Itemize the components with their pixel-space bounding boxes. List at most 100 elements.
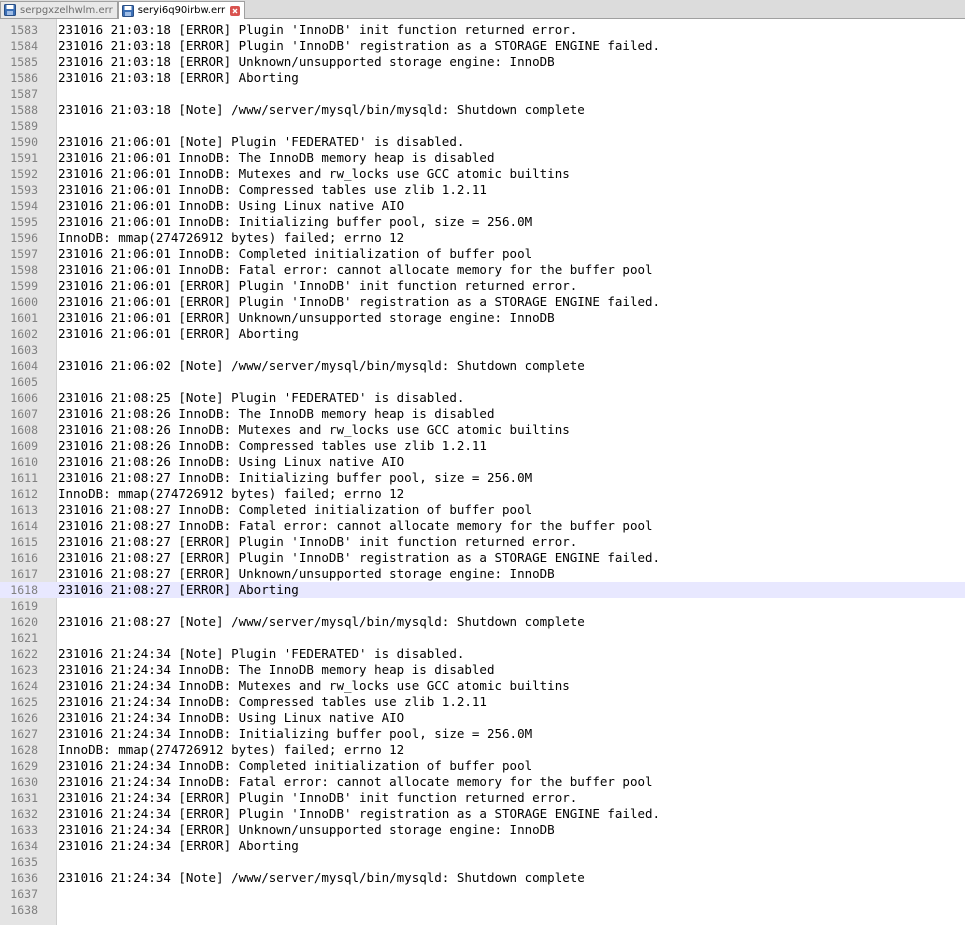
editor-line[interactable]: 1589 xyxy=(0,118,965,134)
editor-line[interactable]: 1590 231016 21:06:01 [Note] Plugin 'FEDER… xyxy=(0,134,965,150)
line-text: 231016 21:06:02 [Note] /www/server/mysql… xyxy=(58,358,585,373)
editor-line[interactable]: 1596 InnoDB: mmap(274726912 bytes) failed… xyxy=(0,230,965,246)
line-text: 231016 21:08:27 [ERROR] Plugin 'InnoDB' … xyxy=(58,534,578,549)
editor-line[interactable]: 1583 231016 21:03:18 [ERROR] Plugin 'Inno… xyxy=(0,22,965,38)
line-text: 231016 21:03:18 [ERROR] Plugin 'InnoDB' … xyxy=(58,22,578,37)
editor-line[interactable]: 1593 231016 21:06:01 InnoDB: Compressed t… xyxy=(0,182,965,198)
floppy-disk-icon xyxy=(121,4,134,17)
line-text: 231016 21:06:01 InnoDB: Completed initia… xyxy=(58,246,533,261)
editor-line[interactable]: 1585 231016 21:03:18 [ERROR] Unknown/unsu… xyxy=(0,54,965,70)
editor-line[interactable]: 1613 231016 21:08:27 InnoDB: Completed in… xyxy=(0,502,965,518)
editor-line[interactable]: 1584 231016 21:03:18 [ERROR] Plugin 'Inno… xyxy=(0,38,965,54)
editor-line[interactable]: 1605 xyxy=(0,374,965,390)
line-number: 1626 xyxy=(10,711,38,725)
editor-line[interactable]: 1606 231016 21:08:25 [Note] Plugin 'FEDER… xyxy=(0,390,965,406)
line-text: 231016 21:24:34 [ERROR] Plugin 'InnoDB' … xyxy=(58,806,661,821)
editor-line[interactable]: 1631 231016 21:24:34 [ERROR] Plugin 'Inno… xyxy=(0,790,965,806)
tab-file-0[interactable]: serpgxzelhwlm.err xyxy=(0,1,118,18)
line-number: 1606 xyxy=(10,391,38,405)
editor-line[interactable]: 1615 231016 21:08:27 [ERROR] Plugin 'Inno… xyxy=(0,534,965,550)
line-text: InnoDB: mmap(274726912 bytes) failed; er… xyxy=(58,230,405,245)
editor-line[interactable]: 1598 231016 21:06:01 InnoDB: Fatal error:… xyxy=(0,262,965,278)
line-text: 231016 21:24:34 InnoDB: The InnoDB memor… xyxy=(58,662,495,677)
line-text: 231016 21:06:01 InnoDB: Initializing buf… xyxy=(58,214,533,229)
line-text: 231016 21:08:27 [Note] /www/server/mysql… xyxy=(58,614,585,629)
line-number: 1610 xyxy=(10,455,38,469)
line-text: 231016 21:08:27 [ERROR] Aborting xyxy=(58,582,299,597)
editor-line[interactable]: 1620 231016 21:08:27 [Note] /www/server/m… xyxy=(0,614,965,630)
editor-line[interactable]: 1629 231016 21:24:34 InnoDB: Completed in… xyxy=(0,758,965,774)
editor-line[interactable]: 1617 231016 21:08:27 [ERROR] Unknown/unsu… xyxy=(0,566,965,582)
editor-line[interactable]: 1608 231016 21:08:26 InnoDB: Mutexes and … xyxy=(0,422,965,438)
editor-line[interactable]: 1630 231016 21:24:34 InnoDB: Fatal error:… xyxy=(0,774,965,790)
editor-line[interactable]: 1610 231016 21:08:26 InnoDB: Using Linux … xyxy=(0,454,965,470)
tab-label: seryi6q90irbw.err xyxy=(137,5,226,16)
editor-line[interactable]: 1621 xyxy=(0,630,965,646)
editor-line[interactable]: 1632 231016 21:24:34 [ERROR] Plugin 'Inno… xyxy=(0,806,965,822)
editor-line[interactable]: 1588 231016 21:03:18 [Note] /www/server/m… xyxy=(0,102,965,118)
editor-line[interactable]: 1603 xyxy=(0,342,965,358)
tab-file-1[interactable]: seryi6q90irbw.err xyxy=(117,1,246,19)
editor-line[interactable]: 1594 231016 21:06:01 InnoDB: Using Linux … xyxy=(0,198,965,214)
line-number: 1630 xyxy=(10,775,38,789)
line-text: InnoDB: mmap(274726912 bytes) failed; er… xyxy=(58,486,405,501)
editor-line[interactable]: 1623 231016 21:24:34 InnoDB: The InnoDB m… xyxy=(0,662,965,678)
editor-line[interactable]: 1638 xyxy=(0,902,965,918)
line-number: 1589 xyxy=(10,119,38,133)
editor-line[interactable]: 1587 xyxy=(0,86,965,102)
editor-line[interactable]: 1626 231016 21:24:34 InnoDB: Using Linux … xyxy=(0,710,965,726)
close-icon[interactable] xyxy=(230,5,241,16)
editor-line[interactable]: 1624 231016 21:24:34 InnoDB: Mutexes and … xyxy=(0,678,965,694)
editor-line[interactable]: 1604 231016 21:06:02 [Note] /www/server/m… xyxy=(0,358,965,374)
line-number: 1624 xyxy=(10,679,38,693)
editor-line[interactable]: 1597 231016 21:06:01 InnoDB: Completed in… xyxy=(0,246,965,262)
editor-line[interactable]: 1634 231016 21:24:34 [ERROR] Aborting xyxy=(0,838,965,854)
editor-line[interactable]: 1627 231016 21:24:34 InnoDB: Initializing… xyxy=(0,726,965,742)
line-number: 1634 xyxy=(10,839,38,853)
tab-label: serpgxzelhwlm.err xyxy=(20,4,113,16)
editor-line[interactable]: 1607 231016 21:08:26 InnoDB: The InnoDB m… xyxy=(0,406,965,422)
editor-line[interactable]: 1614 231016 21:08:27 InnoDB: Fatal error:… xyxy=(0,518,965,534)
editor-line[interactable]: 1600 231016 21:06:01 [ERROR] Plugin 'Inno… xyxy=(0,294,965,310)
editor-line[interactable]: 1637 xyxy=(0,886,965,902)
line-number: 1637 xyxy=(10,887,38,901)
line-number: 1623 xyxy=(10,663,38,677)
editor-line[interactable]: 1612 InnoDB: mmap(274726912 bytes) failed… xyxy=(0,486,965,502)
line-number: 1632 xyxy=(10,807,38,821)
line-number: 1607 xyxy=(10,407,38,421)
editor-line-current[interactable]: 1618 231016 21:08:27 [ERROR] Aborting xyxy=(0,582,965,598)
editor-line[interactable]: 1616 231016 21:08:27 [ERROR] Plugin 'Inno… xyxy=(0,550,965,566)
line-text: 231016 21:24:34 [ERROR] Unknown/unsuppor… xyxy=(58,822,555,837)
line-text: 231016 21:24:34 InnoDB: Initializing buf… xyxy=(58,726,533,741)
editor-line[interactable]: 1591 231016 21:06:01 InnoDB: The InnoDB m… xyxy=(0,150,965,166)
editor-line[interactable]: 1635 xyxy=(0,854,965,870)
line-number: 1598 xyxy=(10,263,38,277)
editor-line[interactable]: 1611 231016 21:08:27 InnoDB: Initializing… xyxy=(0,470,965,486)
editor-line[interactable]: 1619 xyxy=(0,598,965,614)
editor-line[interactable]: 1586 231016 21:03:18 [ERROR] Aborting xyxy=(0,70,965,86)
editor-line[interactable]: 1601 231016 21:06:01 [ERROR] Unknown/unsu… xyxy=(0,310,965,326)
editor-line[interactable]: 1628 InnoDB: mmap(274726912 bytes) failed… xyxy=(0,742,965,758)
editor-line[interactable]: 1609 231016 21:08:26 InnoDB: Compressed t… xyxy=(0,438,965,454)
line-number: 1602 xyxy=(10,327,38,341)
editor-line[interactable]: 1636 231016 21:24:34 [Note] /www/server/m… xyxy=(0,870,965,886)
line-text: 231016 21:06:01 [ERROR] Plugin 'InnoDB' … xyxy=(58,294,661,309)
editor-line[interactable]: 1625 231016 21:24:34 InnoDB: Compressed t… xyxy=(0,694,965,710)
line-text: 231016 21:24:34 InnoDB: Completed initia… xyxy=(58,758,533,773)
editor-line[interactable]: 1602 231016 21:06:01 [ERROR] Aborting xyxy=(0,326,965,342)
editor-line[interactable]: 1633 231016 21:24:34 [ERROR] Unknown/unsu… xyxy=(0,822,965,838)
line-text: 231016 21:08:27 [ERROR] Unknown/unsuppor… xyxy=(58,566,555,581)
line-text: 231016 21:03:18 [ERROR] Unknown/unsuppor… xyxy=(58,54,555,69)
line-number: 1616 xyxy=(10,551,38,565)
editor-line[interactable]: 1595 231016 21:06:01 InnoDB: Initializing… xyxy=(0,214,965,230)
line-number: 1590 xyxy=(10,135,38,149)
line-text: 231016 21:08:27 InnoDB: Initializing buf… xyxy=(58,470,533,485)
line-number: 1628 xyxy=(10,743,38,757)
editor-lines: 1583 231016 21:03:18 [ERROR] Plugin 'Inno… xyxy=(0,22,965,918)
editor-line[interactable]: 1599 231016 21:06:01 [ERROR] Plugin 'Inno… xyxy=(0,278,965,294)
text-editor[interactable]: 1583 231016 21:03:18 [ERROR] Plugin 'Inno… xyxy=(0,19,965,925)
line-number: 1583 xyxy=(10,23,38,37)
line-text: 231016 21:06:01 [ERROR] Aborting xyxy=(58,326,299,341)
editor-line[interactable]: 1592 231016 21:06:01 InnoDB: Mutexes and … xyxy=(0,166,965,182)
editor-line[interactable]: 1622 231016 21:24:34 [Note] Plugin 'FEDER… xyxy=(0,646,965,662)
